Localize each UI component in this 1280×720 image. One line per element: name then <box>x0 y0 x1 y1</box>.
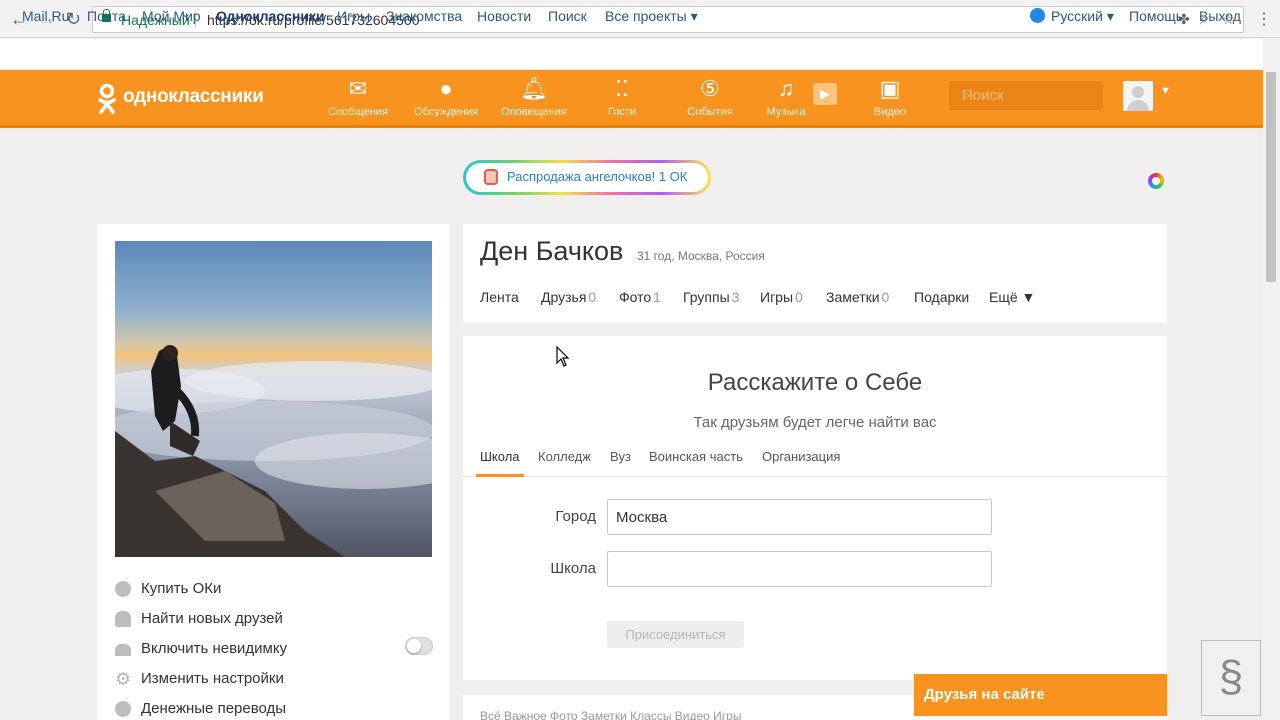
tab-college[interactable]: Колледж <box>538 449 591 464</box>
portal-link-all-projects[interactable]: Все проекты ▾ <box>605 8 698 25</box>
nav-label: События <box>687 106 733 118</box>
ok-logo-icon[interactable] <box>97 83 117 115</box>
play-icon[interactable]: ▶ <box>813 83 837 105</box>
tab-photos[interactable]: Фото 1 <box>619 289 661 305</box>
profile-photo[interactable] <box>115 241 432 557</box>
ok-coin-icon <box>115 581 131 597</box>
nav-notifications[interactable]: 🔔︎ Оповещения <box>496 76 572 118</box>
person-icon <box>115 611 131 627</box>
menu-label: Купить ОКи <box>141 580 222 597</box>
site-header: одноклассники ✉ Сообщения ● Обсуждения 🔔… <box>0 70 1263 128</box>
school-input[interactable] <box>607 551 992 587</box>
money-transfers-link[interactable]: Денежные переводы <box>115 698 435 720</box>
bell-icon: 🔔︎ <box>520 76 548 101</box>
gear-icon: ⚙ <box>115 669 132 689</box>
settings-link[interactable]: ⚙ Изменить настройки <box>115 668 435 692</box>
tab-organization[interactable]: Организация <box>762 449 840 464</box>
user-avatar-button[interactable] <box>1123 81 1153 111</box>
invisible-mode-toggle[interactable] <box>405 637 433 655</box>
tab-gifts[interactable]: Подарки <box>914 289 969 305</box>
menu-label: Денежные переводы <box>141 700 287 717</box>
portal-link-news[interactable]: Новости <box>477 8 531 24</box>
video-camera-icon: ▣ <box>879 76 901 101</box>
chat-bubbles-icon: ● <box>439 76 453 101</box>
nav-label: Видео <box>873 106 907 118</box>
nav-events[interactable]: ⑤ События <box>672 76 748 118</box>
money-transfer-icon <box>115 701 131 717</box>
tabs-divider <box>463 476 1167 477</box>
join-button[interactable]: Присоединиться <box>607 621 744 648</box>
buy-ok-link[interactable]: Купить ОКи <box>115 578 435 602</box>
portal-link-my-world[interactable]: Мой Мир <box>142 8 201 24</box>
angel-gift-icon <box>484 169 498 185</box>
profile-header-card: Ден Бачков 31 год, Москва, Россия Лента … <box>463 224 1167 323</box>
promo-banner[interactable]: Распродажа ангелочков! 1 ОК <box>463 160 711 195</box>
events-icon: ⑤ <box>700 76 720 101</box>
profile-name: Ден Бачков <box>480 236 624 266</box>
nav-discussions[interactable]: ● Обсуждения <box>408 76 484 118</box>
find-friends-link[interactable]: Найти новых друзей <box>115 608 435 632</box>
tab-military-unit[interactable]: Воинская часть <box>649 449 743 464</box>
portal-link-mailru[interactable]: Mail.Ru <box>22 8 69 24</box>
header-search-input[interactable]: Поиск ⌕ <box>949 81 1103 110</box>
profile-meta: 31 год, Москва, Россия <box>637 249 765 263</box>
tab-more[interactable]: Ещё ▼ <box>989 289 1035 305</box>
portal-link-search[interactable]: Поиск <box>548 8 587 24</box>
tab-notes[interactable]: Заметки 0 <box>826 289 889 305</box>
browser-menu-icon[interactable]: ⋮ <box>1256 9 1272 29</box>
about-yourself-card: Расскажите о Себе Так друзьям будет легч… <box>463 336 1167 680</box>
invisible-mode-link[interactable]: Включить невидимку <box>115 638 435 662</box>
portal-link-dating[interactable]: Знакомства <box>386 8 462 24</box>
nav-guests[interactable]: ⁚⁚ Гости <box>584 76 660 118</box>
footprints-icon: ⁚⁚ <box>615 76 629 101</box>
nav-video[interactable]: ▣ Видео <box>852 76 928 118</box>
logout-link[interactable]: Выход <box>1199 8 1241 24</box>
nav-label: Музыка <box>766 106 806 118</box>
language-select[interactable]: Русский ▾ <box>1051 8 1114 25</box>
caret-down-icon[interactable]: ▼ <box>1160 85 1171 97</box>
portal-link-games[interactable]: Игры <box>337 8 370 24</box>
promo-text[interactable]: Распродажа ангелочков! 1 ОК <box>507 169 687 184</box>
nav-messages[interactable]: ✉ Сообщения <box>320 76 396 118</box>
city-label: Город <box>555 508 596 525</box>
menu-label: Включить невидимку <box>141 640 288 657</box>
tab-university[interactable]: Вуз <box>610 449 631 464</box>
tab-feed[interactable]: Лента <box>480 289 519 305</box>
nav-label: Обсуждения <box>414 106 478 118</box>
portal-bar <box>0 39 1263 70</box>
help-link[interactable]: Помощь <box>1129 8 1183 24</box>
portal-link-odnoklassniki[interactable]: Одноклассники <box>216 8 325 24</box>
color-ring-icon[interactable] <box>1148 173 1164 189</box>
feed-filter-tabs[interactable]: Всё Важное Фото Заметки Классы Видео Игр… <box>480 709 741 720</box>
friends-online-label: Друзья на сайте <box>924 686 1045 703</box>
friends-online-bar[interactable]: Друзья на сайте <box>914 674 1167 716</box>
tab-friends[interactable]: Друзья 0 <box>541 289 596 305</box>
search-icon[interactable]: ⌕ <box>962 87 970 104</box>
about-subtitle: Так друзьям будет легче найти вас <box>693 414 937 431</box>
tab-school[interactable]: Школа <box>480 449 520 464</box>
mouse-cursor-icon <box>556 346 570 367</box>
dragon-watermark-icon: § <box>1201 640 1261 716</box>
logo-text[interactable]: одноклассники <box>123 86 264 108</box>
hat-icon <box>115 644 131 656</box>
scrollbar-thumb[interactable] <box>1266 72 1276 282</box>
about-title: Расскажите о Себе <box>707 369 923 396</box>
tab-games[interactable]: Игры 0 <box>760 289 803 305</box>
menu-label: Изменить настройки <box>141 670 284 687</box>
tab-groups[interactable]: Группы 3 <box>683 289 739 305</box>
envelope-icon: ✉ <box>348 76 368 101</box>
nav-label: Оповещения <box>501 106 567 118</box>
active-tab-indicator <box>476 474 524 477</box>
globe-icon <box>1030 8 1045 23</box>
nav-label: Сообщения <box>328 106 388 118</box>
portal-link-mail[interactable]: Почта <box>87 8 126 24</box>
city-input[interactable] <box>607 499 992 535</box>
nav-label: Гости <box>607 106 637 118</box>
menu-label: Найти новых друзей <box>141 610 283 627</box>
school-label: Школа <box>550 560 596 577</box>
mountain-scene-image <box>115 345 432 557</box>
